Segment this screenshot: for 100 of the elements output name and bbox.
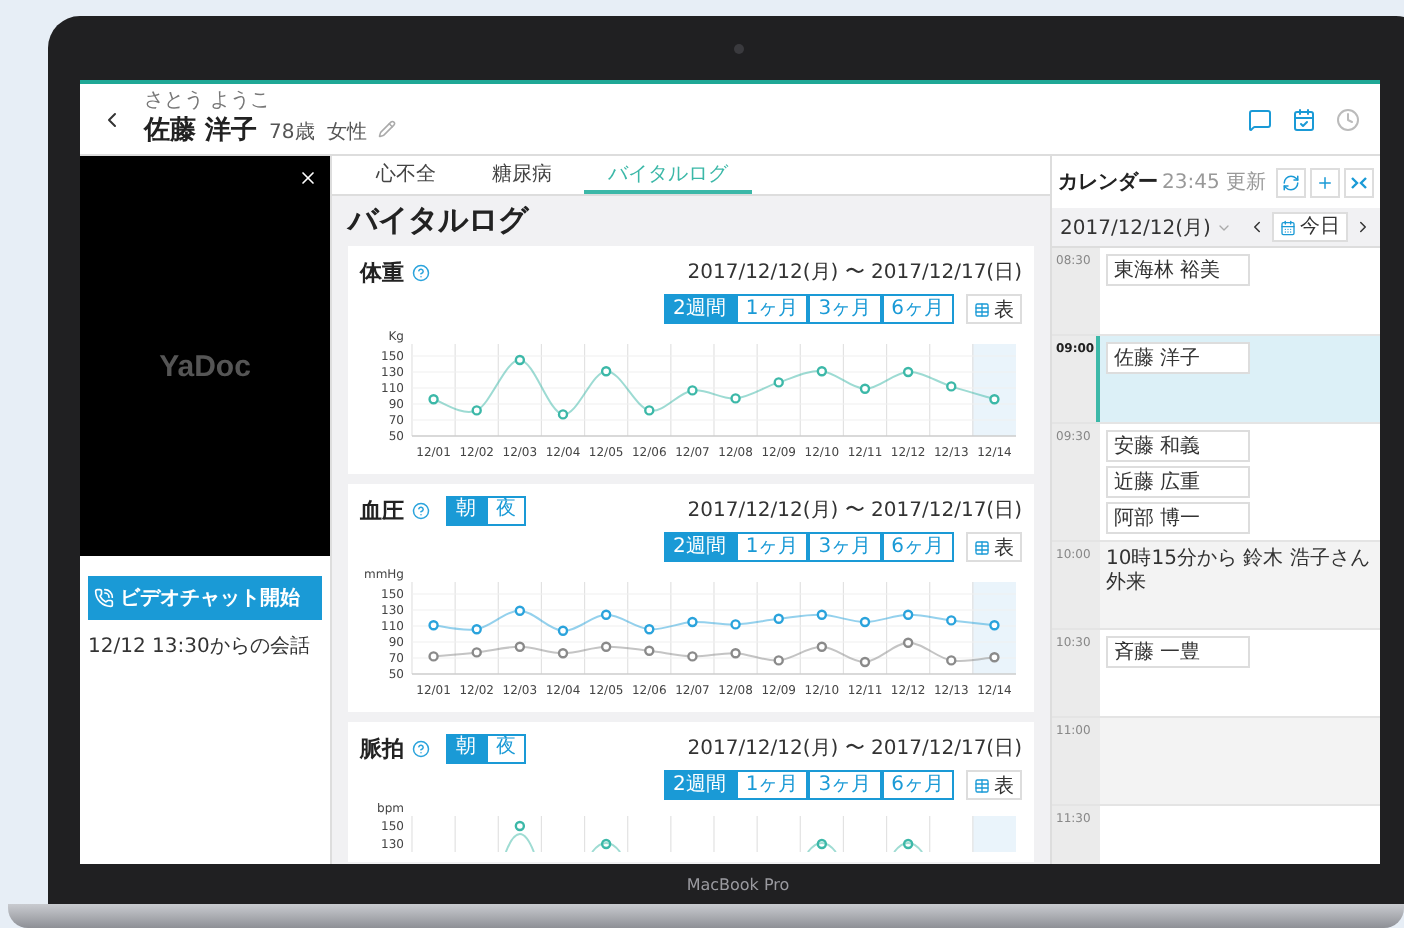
- time-toggle[interactable]: 夜: [486, 733, 526, 763]
- range-button[interactable]: 2週間: [663, 532, 736, 562]
- data-point: [946, 655, 957, 666]
- help-icon[interactable]: [412, 263, 430, 281]
- data-point: [557, 409, 569, 420]
- data-point: [471, 624, 482, 635]
- add-button[interactable]: [1310, 167, 1340, 197]
- time-toggle[interactable]: 朝: [446, 733, 486, 763]
- updated-time: 23:45 更新: [1162, 169, 1266, 196]
- data-point: [687, 616, 698, 628]
- conversation-label: 12/12 13:30からの会話: [88, 633, 312, 660]
- appointment-entry[interactable]: 阿部 博一: [1106, 502, 1250, 534]
- refresh-icon: [1282, 173, 1300, 191]
- help-icon[interactable]: [412, 501, 430, 519]
- range-button[interactable]: 6ヶ月: [881, 294, 954, 324]
- date-range: 2017/12/12(月) 〜 2017/12/17(日): [687, 498, 1022, 524]
- appointment-entry[interactable]: 斉藤 一豊: [1106, 636, 1250, 668]
- data-point: [644, 645, 655, 656]
- data-point: [902, 609, 914, 620]
- chat-icon[interactable]: [1248, 107, 1272, 131]
- data-point: [946, 381, 957, 392]
- range-button[interactable]: 1ヶ月: [735, 294, 809, 324]
- range-button[interactable]: 3ヶ月: [808, 770, 882, 800]
- data-point: [989, 394, 1000, 405]
- range-button[interactable]: 3ヶ月: [808, 294, 882, 324]
- data-point: [989, 620, 1000, 631]
- collapse-icon: [1350, 175, 1368, 189]
- collapse-button[interactable]: [1344, 167, 1374, 197]
- card-title: 体重: [360, 257, 404, 287]
- phone-icon: [94, 588, 114, 608]
- app-logo: YaDoc: [159, 349, 251, 383]
- card-title: 脈拍: [360, 733, 404, 763]
- time-toggle[interactable]: 夜: [486, 495, 526, 525]
- data-point: [989, 652, 1000, 663]
- data-point: [773, 655, 784, 666]
- data-point: [902, 366, 914, 378]
- data-point: [730, 393, 741, 404]
- data-point: [600, 366, 612, 377]
- data-point: [773, 613, 784, 624]
- previous-icon[interactable]: [1248, 218, 1266, 236]
- tab[interactable]: 糖尿病: [468, 156, 576, 194]
- clock-icon[interactable]: [1336, 107, 1360, 131]
- range-button[interactable]: 2週間: [663, 770, 736, 800]
- range-button[interactable]: 6ヶ月: [881, 770, 954, 800]
- appointment-entry[interactable]: 安藤 和義: [1106, 430, 1250, 462]
- table-button[interactable]: 表: [966, 532, 1022, 562]
- today-button[interactable]: 今日: [1272, 212, 1348, 242]
- table-icon: [974, 539, 990, 555]
- data-point: [428, 620, 439, 631]
- data-point: [816, 366, 828, 377]
- appointment-entry[interactable]: 東海林 裕美: [1106, 254, 1250, 286]
- calendar-title: カレンダー: [1058, 169, 1158, 196]
- data-point: [471, 405, 482, 416]
- range-button[interactable]: 1ヶ月: [735, 532, 809, 562]
- patient-name: 佐藤 洋子: [144, 114, 258, 148]
- data-point: [859, 616, 871, 628]
- data-point: [773, 377, 784, 388]
- calendar-icon[interactable]: [1292, 107, 1316, 131]
- tab[interactable]: バイタルログ: [584, 156, 752, 194]
- table-button[interactable]: 表: [966, 770, 1022, 800]
- table-button[interactable]: 表: [966, 294, 1022, 324]
- card-title: 血圧: [360, 495, 404, 525]
- video-chat-button[interactable]: ビデオチャット開始: [88, 576, 322, 620]
- time-toggle[interactable]: 朝: [446, 495, 486, 525]
- edit-icon[interactable]: [378, 120, 397, 138]
- close-icon[interactable]: [298, 168, 318, 188]
- data-point: [687, 385, 698, 396]
- refresh-button[interactable]: [1276, 167, 1306, 197]
- range-button[interactable]: 1ヶ月: [735, 770, 809, 800]
- data-point: [557, 648, 569, 659]
- camera-dot: [733, 43, 743, 53]
- data-point: [471, 647, 482, 658]
- data-point: [730, 619, 741, 630]
- data-point: [687, 651, 698, 662]
- slot-note: 10時15分から 鈴木 浩子さん外来: [1104, 545, 1372, 598]
- data-point: [600, 641, 612, 652]
- appointment-entry[interactable]: 近藤 広重: [1106, 466, 1250, 498]
- tab[interactable]: 心不全: [352, 156, 460, 194]
- range-button[interactable]: 3ヶ月: [808, 532, 882, 562]
- data-point: [730, 648, 741, 659]
- data-point: [946, 615, 957, 626]
- data-point: [514, 641, 526, 652]
- next-icon[interactable]: [1354, 218, 1372, 236]
- date-range: 2017/12/12(月) 〜 2017/12/17(日): [687, 260, 1022, 286]
- data-point: [816, 609, 828, 620]
- table-icon: [974, 301, 990, 317]
- date-range: 2017/12/12(月) 〜 2017/12/17(日): [687, 736, 1022, 762]
- data-point: [514, 354, 526, 366]
- appointment-entry[interactable]: 佐藤 洋子: [1106, 342, 1250, 374]
- plus-icon: [1316, 173, 1334, 191]
- help-icon[interactable]: [412, 739, 430, 757]
- range-button[interactable]: 6ヶ月: [881, 532, 954, 562]
- range-button[interactable]: 2週間: [663, 294, 736, 324]
- data-point: [859, 656, 871, 668]
- calendar-date[interactable]: 2017/12/12(月): [1060, 213, 1211, 241]
- data-point: [514, 605, 526, 616]
- data-point: [644, 405, 655, 416]
- page-title: バイタルログ: [345, 200, 531, 242]
- patient-sex: 女性: [326, 119, 367, 146]
- data-point: [428, 394, 439, 405]
